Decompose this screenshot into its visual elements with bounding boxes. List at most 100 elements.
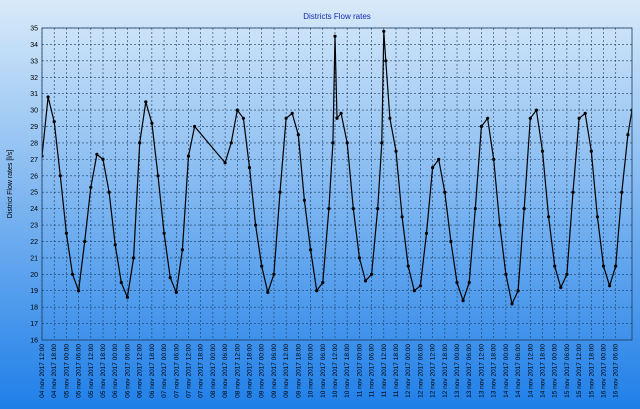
x-tick-label: 14 nov 2017 12:00 bbox=[527, 344, 534, 398]
data-point bbox=[431, 166, 435, 170]
data-point bbox=[150, 121, 154, 125]
x-tick-label: 08 nov 2017 00:00 bbox=[210, 344, 217, 398]
x-tick-label: 11 nov 2017 12:00 bbox=[381, 344, 388, 398]
data-point bbox=[223, 161, 227, 165]
data-point bbox=[186, 154, 191, 158]
y-axis-label: District Flow rates [l/s] bbox=[7, 150, 14, 219]
data-point bbox=[412, 289, 416, 293]
data-point bbox=[132, 256, 136, 260]
data-point bbox=[335, 116, 339, 120]
data-point bbox=[370, 272, 374, 276]
data-point bbox=[614, 264, 618, 268]
x-tick-label: 12 nov 2017 12:00 bbox=[430, 344, 437, 398]
flow-rate-chart: 16 17 18 19 20 21 22 23 24 25 26 27 28 29 30 31 32 33 34 35… bbox=[0, 0, 640, 409]
x-tick-label: 07 nov 2017 18:00 bbox=[198, 344, 205, 398]
x-tick-label: 08 nov 2017 06:00 bbox=[222, 344, 229, 398]
x-tick-label: 13 nov 2017 00:00 bbox=[454, 344, 461, 398]
x-tick-label: 07 nov 2017 00:00 bbox=[161, 344, 168, 398]
data-point bbox=[254, 223, 258, 227]
x-tick-label: 13 nov 2017 06:00 bbox=[466, 344, 473, 398]
data-point bbox=[241, 116, 245, 120]
y-tick-label: 30 bbox=[30, 108, 38, 115]
data-point bbox=[168, 276, 172, 280]
data-point bbox=[174, 290, 178, 294]
y-tick-label: 25 bbox=[30, 190, 38, 197]
data-point bbox=[571, 190, 575, 194]
data-point bbox=[52, 120, 56, 124]
data-point bbox=[89, 185, 93, 189]
x-tick-label: 06 nov 2017 00:00 bbox=[112, 344, 119, 398]
x-tick-label: 15 nov 2017 06:00 bbox=[564, 344, 571, 398]
data-point bbox=[113, 243, 117, 247]
data-point bbox=[380, 141, 384, 145]
data-point bbox=[70, 272, 75, 276]
data-point bbox=[559, 285, 563, 290]
y-tick-label: 23 bbox=[30, 223, 38, 230]
data-point bbox=[528, 116, 532, 120]
data-point bbox=[516, 289, 520, 293]
x-tick-label: 12 nov 2017 00:00 bbox=[405, 344, 412, 398]
data-point bbox=[101, 157, 105, 161]
data-point bbox=[284, 116, 288, 120]
data-point bbox=[260, 264, 264, 268]
y-tick-label: 21 bbox=[30, 255, 38, 262]
data-point bbox=[547, 215, 551, 219]
data-point bbox=[406, 264, 410, 268]
y-tick-label: 32 bbox=[30, 75, 38, 82]
y-tick-label: 22 bbox=[30, 239, 38, 246]
data-point bbox=[345, 141, 349, 145]
chart-title: Districts Flow rates bbox=[303, 12, 371, 21]
data-point bbox=[302, 198, 306, 202]
y-tick-label: 19 bbox=[30, 288, 38, 295]
x-tick-label: 14 nov 2017 06:00 bbox=[515, 344, 522, 398]
x-tick-label: 07 nov 2017 06:00 bbox=[173, 344, 180, 398]
x-tick-label: 08 nov 2017 18:00 bbox=[247, 344, 254, 398]
x-tick-label: 16 nov 2017 00:00 bbox=[601, 344, 608, 398]
data-point bbox=[473, 207, 477, 211]
x-tick-label: 09 nov 2017 12:00 bbox=[283, 344, 290, 398]
data-point bbox=[229, 141, 233, 145]
y-tick-label: 26 bbox=[30, 173, 38, 180]
data-point bbox=[601, 264, 606, 268]
x-tick-label: 09 nov 2017 06:00 bbox=[271, 344, 278, 398]
data-point bbox=[180, 248, 184, 252]
data-point bbox=[376, 207, 380, 211]
x-tick-label: 10 nov 2017 00:00 bbox=[308, 344, 315, 398]
data-point bbox=[119, 280, 123, 285]
data-point bbox=[125, 295, 129, 299]
data-point bbox=[357, 256, 361, 260]
data-point bbox=[339, 111, 343, 115]
y-tick-label: 29 bbox=[30, 124, 38, 131]
data-point bbox=[486, 116, 490, 120]
data-point bbox=[443, 190, 447, 194]
data-point bbox=[333, 34, 337, 38]
data-point bbox=[46, 95, 50, 99]
data-point bbox=[418, 284, 422, 288]
x-tick-label: 06 nov 2017 18:00 bbox=[149, 344, 156, 398]
data-point bbox=[608, 284, 612, 288]
x-tick-label: 04 nov 2017 18:00 bbox=[51, 344, 58, 398]
data-point bbox=[193, 124, 197, 129]
y-tick-label: 18 bbox=[30, 305, 38, 312]
data-point bbox=[107, 190, 111, 194]
data-point bbox=[162, 231, 166, 235]
data-point bbox=[534, 108, 539, 112]
x-tick-label: 14 nov 2017 18:00 bbox=[539, 344, 546, 398]
data-point bbox=[577, 116, 581, 120]
y-tick-label: 31 bbox=[30, 91, 38, 98]
y-tick-label: 33 bbox=[30, 58, 38, 65]
data-point bbox=[620, 190, 624, 194]
y-tick-label: 16 bbox=[30, 338, 38, 345]
x-tick-label: 06 nov 2017 06:00 bbox=[124, 344, 131, 398]
x-tick-label: 11 nov 2017 18:00 bbox=[393, 344, 400, 398]
x-tick-label: 05 nov 2017 12:00 bbox=[88, 344, 95, 398]
data-point bbox=[522, 207, 526, 211]
x-tick-label: 13 nov 2017 12:00 bbox=[478, 344, 485, 398]
data-point bbox=[382, 29, 386, 33]
data-point bbox=[266, 290, 270, 294]
data-point bbox=[95, 152, 99, 156]
x-tick-label: 06 nov 2017 12:00 bbox=[137, 344, 144, 398]
x-tick-label: 10 nov 2017 18:00 bbox=[344, 344, 351, 398]
data-point bbox=[331, 141, 335, 145]
data-point bbox=[58, 174, 62, 178]
